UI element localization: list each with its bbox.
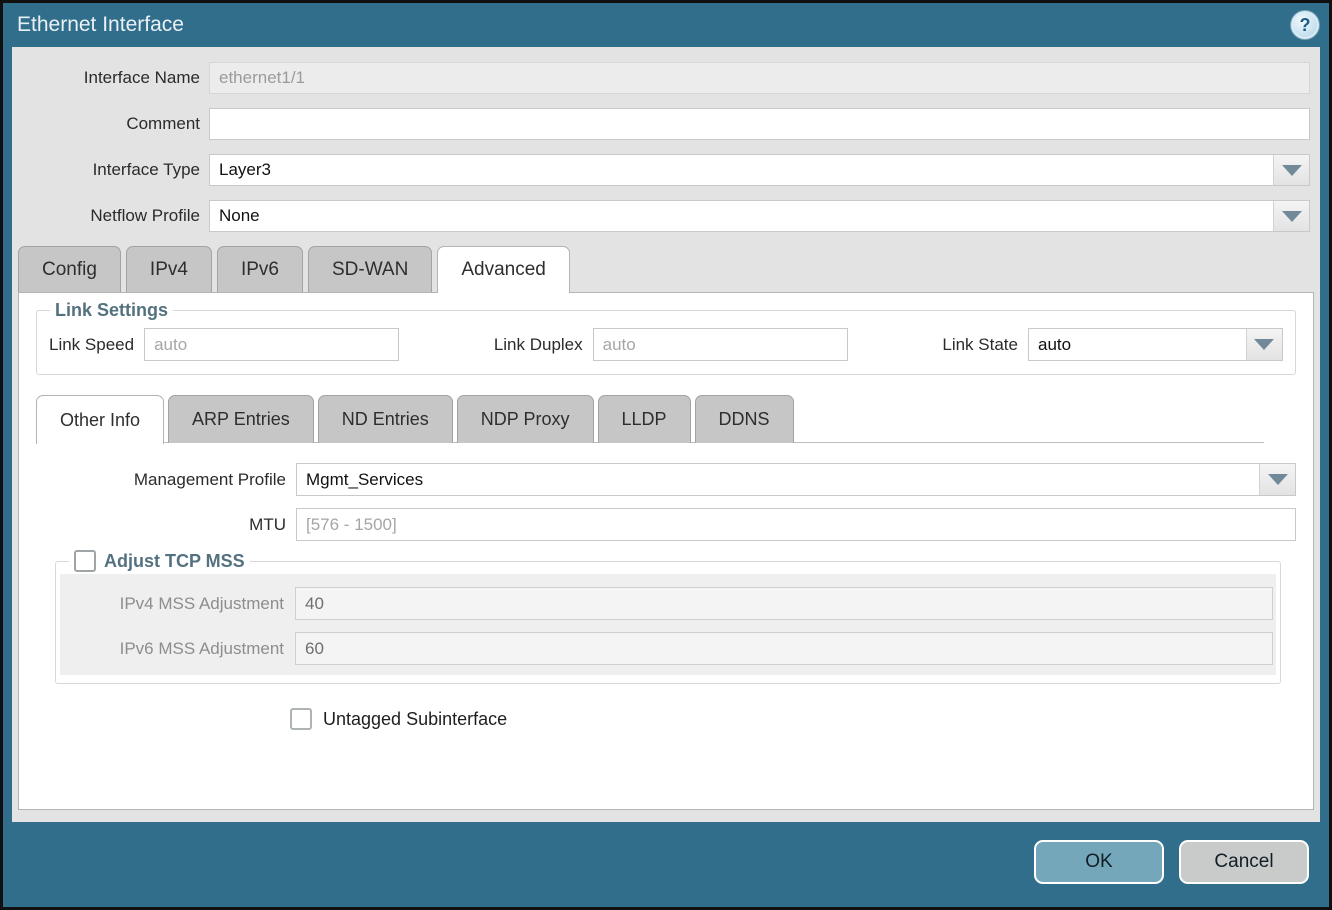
link-state-select[interactable]: auto xyxy=(1028,328,1283,361)
chevron-down-icon xyxy=(1254,339,1274,350)
management-profile-value: Mgmt_Services xyxy=(297,470,1259,490)
mss-disabled-area: IPv4 MSS Adjustment IPv6 MSS Adjustment xyxy=(60,574,1276,675)
interface-type-row: Interface Type Layer3 xyxy=(12,154,1310,186)
mtu-field[interactable] xyxy=(296,508,1296,541)
help-icon[interactable]: ? xyxy=(1291,11,1319,39)
interface-type-select[interactable]: Layer3 xyxy=(209,154,1310,186)
untagged-subinterface-label: Untagged Subinterface xyxy=(323,709,507,730)
ipv6-mss-field xyxy=(295,632,1273,665)
tab-sdwan[interactable]: SD-WAN xyxy=(308,246,432,292)
netflow-profile-label: Netflow Profile xyxy=(12,206,209,226)
comment-field[interactable] xyxy=(209,108,1310,140)
tab-lldp[interactable]: LLDP xyxy=(598,395,691,443)
management-profile-select[interactable]: Mgmt_Services xyxy=(296,463,1296,496)
comment-row: Comment xyxy=(12,108,1310,140)
dialog-footer: OK Cancel xyxy=(3,822,1329,907)
netflow-profile-dropdown-button[interactable] xyxy=(1273,201,1309,231)
link-settings-group: Link Settings Link Speed Link Duplex Lin… xyxy=(36,300,1296,375)
dialog-titlebar: Ethernet Interface ? xyxy=(3,3,1329,47)
tab-ndp-proxy[interactable]: NDP Proxy xyxy=(457,395,594,443)
main-tab-bar: Config IPv4 IPv6 SD-WAN Advanced xyxy=(18,246,1320,292)
interface-type-value: Layer3 xyxy=(210,160,1273,180)
link-speed-field[interactable] xyxy=(144,328,399,361)
cancel-button[interactable]: Cancel xyxy=(1179,840,1309,884)
tab-ipv4[interactable]: IPv4 xyxy=(126,246,212,292)
link-settings-legend: Link Settings xyxy=(50,300,173,321)
tab-config[interactable]: Config xyxy=(18,246,121,292)
link-state-group: Link State auto xyxy=(942,328,1283,361)
chevron-down-icon xyxy=(1282,165,1302,176)
interface-type-dropdown-button[interactable] xyxy=(1273,155,1309,185)
interface-type-label: Interface Type xyxy=(12,160,209,180)
tab-ddns[interactable]: DDNS xyxy=(695,395,794,443)
ok-button[interactable]: OK xyxy=(1034,840,1164,884)
untagged-subinterface-row: Untagged Subinterface xyxy=(290,708,1296,730)
management-profile-row: Management Profile Mgmt_Services xyxy=(36,463,1296,496)
link-state-value: auto xyxy=(1029,335,1246,355)
adjust-tcp-mss-group: Adjust TCP MSS IPv4 MSS Adjustment IPv6 … xyxy=(55,550,1281,684)
ipv6-mss-row: IPv6 MSS Adjustment xyxy=(60,632,1276,665)
ipv4-mss-label: IPv4 MSS Adjustment xyxy=(60,594,295,614)
dialog-title: Ethernet Interface xyxy=(17,13,184,37)
advanced-tab-panel: Link Settings Link Speed Link Duplex Lin… xyxy=(18,292,1314,810)
ipv4-mss-field xyxy=(295,587,1273,620)
chevron-down-icon xyxy=(1268,474,1288,485)
link-state-label: Link State xyxy=(942,335,1028,355)
link-duplex-field[interactable] xyxy=(593,328,848,361)
link-duplex-label: Link Duplex xyxy=(494,335,593,355)
netflow-profile-value: None xyxy=(210,206,1273,226)
interface-name-row: Interface Name xyxy=(12,62,1310,94)
mtu-row: MTU xyxy=(36,508,1296,541)
interface-name-label: Interface Name xyxy=(12,68,209,88)
tab-advanced[interactable]: Advanced xyxy=(437,246,570,293)
link-state-dropdown-button[interactable] xyxy=(1246,329,1282,360)
link-speed-group: Link Speed xyxy=(49,328,399,361)
management-profile-dropdown-button[interactable] xyxy=(1259,464,1295,495)
dialog-body: Interface Name Comment Interface Type La… xyxy=(12,47,1320,822)
tab-ipv6[interactable]: IPv6 xyxy=(217,246,303,292)
link-duplex-group: Link Duplex xyxy=(494,328,848,361)
chevron-down-icon xyxy=(1282,211,1302,222)
adjust-tcp-mss-label: Adjust TCP MSS xyxy=(104,551,245,572)
tab-arp-entries[interactable]: ARP Entries xyxy=(168,395,314,443)
ipv4-mss-row: IPv4 MSS Adjustment xyxy=(60,587,1276,620)
ipv6-mss-label: IPv6 MSS Adjustment xyxy=(60,639,295,659)
tab-other-info[interactable]: Other Info xyxy=(36,395,164,444)
untagged-subinterface-checkbox[interactable] xyxy=(290,708,312,730)
management-profile-label: Management Profile xyxy=(36,470,296,490)
tab-nd-entries[interactable]: ND Entries xyxy=(318,395,453,443)
link-speed-label: Link Speed xyxy=(49,335,144,355)
adjust-tcp-mss-legend: Adjust TCP MSS xyxy=(69,550,250,572)
netflow-profile-row: Netflow Profile None xyxy=(12,200,1310,232)
netflow-profile-select[interactable]: None xyxy=(209,200,1310,232)
interface-name-field xyxy=(209,62,1310,94)
mtu-label: MTU xyxy=(36,515,296,535)
question-mark-glyph: ? xyxy=(1300,15,1311,36)
ethernet-interface-dialog: Ethernet Interface ? Interface Name Comm… xyxy=(0,0,1332,910)
adjust-tcp-mss-checkbox[interactable] xyxy=(74,550,96,572)
comment-label: Comment xyxy=(12,114,209,134)
inner-tab-bar: Other Info ARP Entries ND Entries NDP Pr… xyxy=(36,395,1264,443)
